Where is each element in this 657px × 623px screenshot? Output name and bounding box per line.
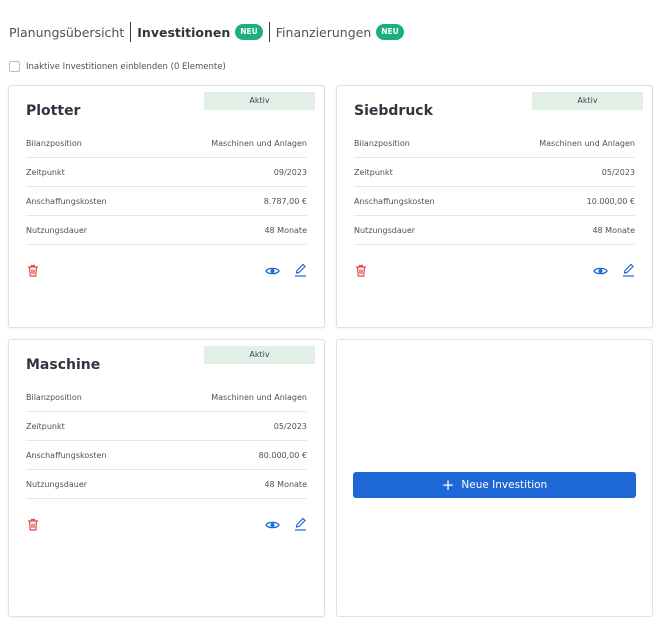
row-value: 10.000,00 €	[586, 196, 635, 206]
pencil-icon[interactable]	[294, 263, 307, 277]
detail-row: Nutzungsdauer 48 Monate	[26, 470, 307, 499]
row-value: Maschinen und Anlagen	[539, 138, 635, 148]
row-label: Nutzungsdauer	[26, 225, 88, 235]
row-label: Zeitpunkt	[26, 421, 65, 431]
row-value: 05/2023	[601, 167, 635, 177]
status-badge: Aktiv	[204, 92, 315, 110]
new-investment-button[interactable]: + Neue Investition	[353, 472, 636, 498]
show-inactive-toggle[interactable]: Inaktive Investitionen einblenden (0 Ele…	[9, 61, 226, 72]
tab-separator	[268, 22, 270, 42]
detail-row: Bilanzposition Maschinen und Anlagen	[26, 383, 307, 412]
row-value: 48 Monate	[264, 479, 307, 489]
detail-row: Bilanzposition Maschinen und Anlagen	[354, 129, 635, 158]
detail-row: Zeitpunkt 05/2023	[26, 412, 307, 441]
show-inactive-checkbox[interactable]	[9, 61, 20, 72]
detail-row: Zeitpunkt 05/2023	[354, 158, 635, 187]
eye-icon[interactable]	[265, 266, 280, 276]
card-title: Plotter	[26, 103, 81, 119]
status-badge: Aktiv	[204, 346, 315, 364]
row-value: Maschinen und Anlagen	[211, 138, 307, 148]
row-label: Nutzungsdauer	[26, 479, 88, 489]
investment-card: Aktiv Maschine Bilanzposition Maschinen u…	[8, 339, 325, 617]
row-label: Bilanzposition	[26, 392, 82, 402]
row-label: Bilanzposition	[354, 138, 410, 148]
row-label: Zeitpunkt	[26, 167, 65, 177]
row-value: 8.787,00 €	[263, 196, 307, 206]
row-value: 09/2023	[273, 167, 307, 177]
detail-row: Anschaffungskosten 10.000,00 €	[354, 187, 635, 216]
tab-investitionen-wrapper[interactable]: Investitionen NEU	[137, 24, 263, 40]
plus-icon: +	[441, 475, 455, 494]
row-value: 05/2023	[273, 421, 307, 431]
detail-list: Bilanzposition Maschinen und Anlagen Zeit…	[26, 129, 307, 245]
row-label: Anschaffungskosten	[354, 196, 435, 206]
new-badge: NEU	[376, 24, 404, 40]
row-label: Anschaffungskosten	[26, 450, 107, 460]
trash-icon[interactable]	[355, 264, 367, 277]
detail-list: Bilanzposition Maschinen und Anlagen Zeit…	[354, 129, 635, 245]
new-badge: NEU	[235, 24, 263, 40]
pencil-icon[interactable]	[622, 263, 635, 277]
tab-planungsuebersicht[interactable]: Planungsübersicht	[9, 25, 124, 40]
tab-separator	[130, 22, 132, 42]
tab-investitionen[interactable]: Investitionen	[137, 25, 230, 40]
row-label: Bilanzposition	[26, 138, 82, 148]
row-value: 80.000,00 €	[258, 450, 307, 460]
detail-row: Zeitpunkt 09/2023	[26, 158, 307, 187]
detail-list: Bilanzposition Maschinen und Anlagen Zeit…	[26, 383, 307, 499]
detail-row: Bilanzposition Maschinen und Anlagen	[26, 129, 307, 158]
card-title: Maschine	[26, 357, 101, 373]
row-value: 48 Monate	[592, 225, 635, 235]
row-value: 48 Monate	[264, 225, 307, 235]
eye-icon[interactable]	[265, 520, 280, 530]
card-title: Siebdruck	[354, 103, 433, 119]
tab-finanzierungen[interactable]: Finanzierungen	[276, 25, 372, 40]
eye-icon[interactable]	[593, 266, 608, 276]
pencil-icon[interactable]	[294, 517, 307, 531]
tab-bar: Planungsübersicht Investitionen NEU Fina…	[9, 21, 404, 43]
add-investment-card: + Neue Investition	[336, 339, 653, 617]
show-inactive-label: Inaktive Investitionen einblenden (0 Ele…	[26, 61, 226, 72]
status-badge: Aktiv	[532, 92, 643, 110]
detail-row: Anschaffungskosten 8.787,00 €	[26, 187, 307, 216]
trash-icon[interactable]	[27, 518, 39, 531]
row-value: Maschinen und Anlagen	[211, 392, 307, 402]
investment-card: Aktiv Plotter Bilanzposition Maschinen un…	[8, 85, 325, 328]
row-label: Zeitpunkt	[354, 167, 393, 177]
detail-row: Nutzungsdauer 48 Monate	[26, 216, 307, 245]
detail-row: Nutzungsdauer 48 Monate	[354, 216, 635, 245]
detail-row: Anschaffungskosten 80.000,00 €	[26, 441, 307, 470]
investment-card: Aktiv Siebdruck Bilanzposition Maschinen …	[336, 85, 653, 328]
row-label: Nutzungsdauer	[354, 225, 416, 235]
row-label: Anschaffungskosten	[26, 196, 107, 206]
new-investment-label: Neue Investition	[461, 479, 548, 491]
tab-finanzierungen-wrapper[interactable]: Finanzierungen NEU	[276, 24, 404, 40]
trash-icon[interactable]	[27, 264, 39, 277]
